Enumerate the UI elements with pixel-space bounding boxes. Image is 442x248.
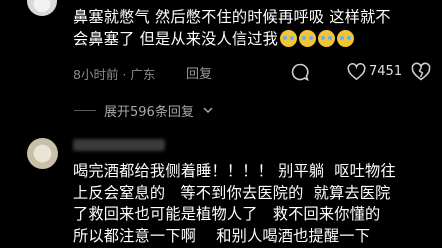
crying-face-emoji-icon: [299, 30, 317, 47]
crying-face-emoji-icon: [337, 30, 355, 47]
chat-bubble-icon[interactable]: [290, 62, 310, 82]
comment-line: 喝完酒都给我侧着睡！！！！ 别平躺 呕吐物往: [73, 162, 396, 180]
commenter-avatar[interactable]: [27, 138, 58, 169]
comment-text: 喝完酒都给我侧着睡！！！！ 别平躺 呕吐物往 上反会窒息的 等不到你去医院的 就…: [73, 161, 396, 247]
heart-icon[interactable]: [347, 63, 366, 81]
like-count: 7451: [369, 64, 403, 79]
expand-replies-button[interactable]: 展开596条回复: [104, 101, 194, 120]
comment-line: 鼻塞就憋气 然后憋不住的时候再呼吸 这样就不: [73, 8, 391, 26]
crying-face-emoji-icon: [280, 30, 298, 47]
comment-line: 会鼻塞了 但是从来没人信过我: [73, 30, 279, 48]
comment-line: 上反会窒息的 等不到你去医院的 就算去医院: [73, 183, 391, 202]
expand-divider: [74, 110, 96, 111]
reply-button[interactable]: 回复: [186, 63, 212, 82]
crying-face-emoji-icon: [318, 30, 336, 47]
username-redacted: [73, 139, 165, 151]
comment-text: 鼻塞就憋气 然后憋不住的时候再呼吸 这样就不 会鼻塞了 但是从来没人信过我: [73, 6, 391, 50]
chevron-down-icon[interactable]: [202, 104, 214, 116]
comment-line: 了救回来也可能是植物人了 救不回来你懂的: [73, 205, 381, 224]
comment-line: 所以都注意一下啊 和别人喝酒也提醒一下: [73, 226, 371, 245]
commenter-avatar[interactable]: [27, 0, 57, 16]
broken-heart-icon[interactable]: [411, 62, 431, 82]
comment-time-location: 8小时前 · 广东: [73, 67, 156, 82]
